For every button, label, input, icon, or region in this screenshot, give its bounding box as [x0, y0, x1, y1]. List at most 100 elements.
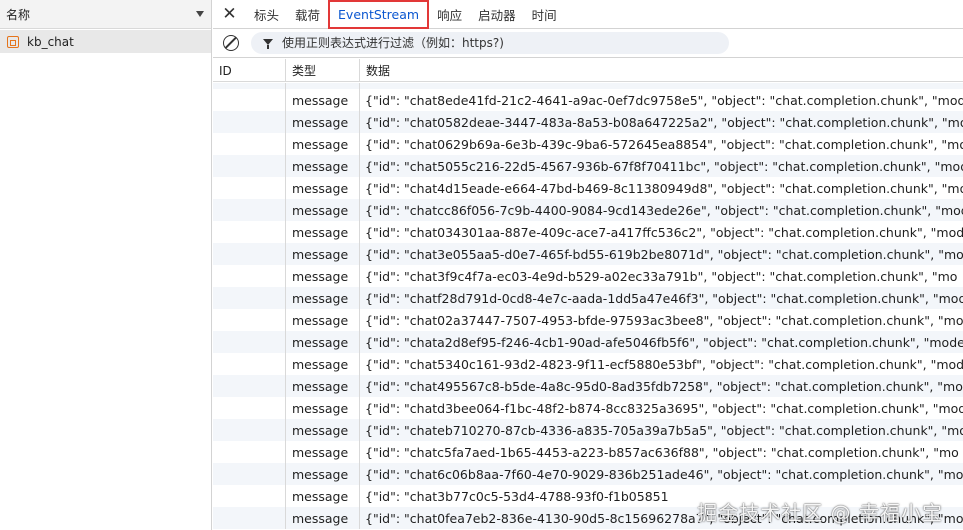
table-cell-type: message	[286, 177, 360, 199]
table-row[interactable]: message {"id": "chat0629b69a-6e3b-439c-9b…	[213, 133, 963, 155]
table-cell-type: message	[286, 331, 360, 353]
table-header: ID 类型 数据	[213, 59, 963, 82]
table-cell-type: message	[286, 155, 360, 177]
close-icon[interactable]: ✕	[213, 0, 246, 29]
table-cell-data: {"id": "chat02a37447-7507-4953-bfde-9759…	[365, 312, 963, 328]
table-cell-id	[213, 287, 286, 309]
table-cell-id	[213, 419, 286, 441]
filter-funnel-icon	[263, 39, 273, 49]
table-body: message {"id": "chat8ede41fd-21c2-4641-a9…	[213, 83, 963, 529]
filter-bar	[213, 29, 963, 58]
table-row[interactable]: message {"id": "chat495567c8-b5de-4a8c-95…	[213, 375, 963, 397]
tab-timing[interactable]: 时间	[524, 0, 565, 29]
table-row[interactable]: message {"id": "chat6c06b8aa-7f60-4e70-90…	[213, 463, 963, 485]
table-cell-data: {"id": "chat5340c161-93d2-4823-9f11-ecf5…	[365, 356, 963, 372]
table-cell-type: message	[286, 243, 360, 265]
table-cell-data: {"id": "chat0629b69a-6e3b-439c-9ba6-5726…	[365, 136, 963, 152]
detail-tab-bar: ✕ 标头 载荷 EventStream 响应 启动器 时间	[213, 0, 963, 29]
table-cell-id	[213, 177, 286, 199]
eventstream-table: ID 类型 数据 message {"id": "chat8ede41fd-21c…	[213, 59, 963, 530]
table-cell-id	[213, 353, 286, 375]
table-cell-data: {"id": "chat4d15eade-e664-47bd-b469-8c11…	[365, 180, 963, 196]
table-cell-type: message	[286, 133, 360, 155]
table-row[interactable]: message {"id": "chat0582deae-3447-483a-8a…	[213, 111, 963, 133]
table-cell-data: {"id": "chat3f9c4f7a-ec03-4e9d-b529-a02e…	[365, 268, 958, 284]
table-cell-data: {"id": "chatf28d791d-0cd8-4e7c-aada-1dd5…	[365, 290, 963, 306]
table-cell-id	[213, 375, 286, 397]
request-list-panel: 名称 kb_chat	[0, 0, 212, 530]
table-cell-id	[213, 507, 286, 529]
table-row[interactable]: message {"id": "chat02a37447-7507-4953-bf…	[213, 309, 963, 331]
sort-caret-icon[interactable]	[196, 11, 204, 17]
tab-eventstream[interactable]: EventStream	[328, 0, 430, 29]
table-cell-type: message	[286, 309, 360, 331]
table-cell-type: message	[286, 199, 360, 221]
table-cell-data: {"id": "chat495567c8-b5de-4a8c-95d0-8ad3…	[365, 378, 963, 394]
filter-box[interactable]	[251, 32, 729, 54]
code-bracket-icon	[7, 35, 19, 48]
table-cell-type: message	[286, 375, 360, 397]
table-row[interactable]: message {"id": "chateb710270-87cb-4336-a8…	[213, 419, 963, 441]
table-row[interactable]: message {"id": "chat4d15eade-e664-47bd-b4…	[213, 177, 963, 199]
table-cell-id	[213, 441, 286, 463]
filter-input[interactable]	[282, 36, 722, 50]
table-cell-type: message	[286, 89, 360, 111]
table-cell-id	[213, 199, 286, 221]
table-cell-id	[213, 463, 286, 485]
column-header-data[interactable]: 数据	[360, 59, 963, 82]
table-cell-id	[213, 331, 286, 353]
table-cell-data: {"id": "chateb710270-87cb-4336-a835-705a…	[365, 422, 963, 438]
request-item-label: kb_chat	[27, 34, 74, 49]
table-cell-data: {"id": "chatcc86f056-7c9b-4400-9084-9cd1…	[365, 202, 963, 218]
tab-initiator[interactable]: 启动器	[470, 0, 524, 29]
table-cell-id	[213, 133, 286, 155]
table-cell-data: {"id": "chat3e055aa5-d0e7-465f-bd55-619b…	[365, 246, 963, 262]
tab-response[interactable]: 响应	[429, 0, 470, 29]
table-cell-type: message	[286, 441, 360, 463]
table-row[interactable]: message {"id": "chat034301aa-887e-409c-ac…	[213, 221, 963, 243]
table-cell-id	[213, 265, 286, 287]
table-row[interactable]: message {"id": "chat5340c161-93d2-4823-9f…	[213, 353, 963, 375]
table-cell-type: message	[286, 287, 360, 309]
table-cell-type: message	[286, 111, 360, 133]
table-cell-type: message	[286, 463, 360, 485]
table-cell-data: {"id": "chat5055c216-22d5-4567-936b-67f8…	[365, 158, 963, 174]
tab-headers[interactable]: 标头	[246, 0, 287, 29]
table-cell-type: message	[286, 397, 360, 419]
table-row[interactable]: message {"id": "chata2d8ef95-f246-4cb1-90…	[213, 331, 963, 353]
table-cell-type: message	[286, 485, 360, 507]
table-cell-id	[213, 89, 286, 111]
table-cell-data: {"id": "chata2d8ef95-f246-4cb1-90ad-afe5…	[365, 334, 963, 350]
table-cell-type: message	[286, 265, 360, 287]
table-cell-data: {"id": "chat034301aa-887e-409c-ace7-a417…	[365, 224, 963, 240]
watermark: 掘金技术社区 @ 幸福小宝	[697, 501, 943, 525]
table-cell-type: message	[286, 507, 360, 529]
table-row[interactable]: message {"id": "chat3e055aa5-d0e7-465f-bd…	[213, 243, 963, 265]
table-row[interactable]: message {"id": "chat5055c216-22d5-4567-93…	[213, 155, 963, 177]
request-detail-panel: ✕ 标头 载荷 EventStream 响应 启动器 时间 ID 类型 数据 m…	[213, 0, 963, 530]
tab-payload[interactable]: 载荷	[287, 0, 328, 29]
table-row[interactable]: message {"id": "chatcc86f056-7c9b-4400-90…	[213, 199, 963, 221]
table-row[interactable]: message {"id": "chat8ede41fd-21c2-4641-a9…	[213, 89, 963, 111]
table-cell-data: {"id": "chat8ede41fd-21c2-4641-a9ac-0ef7…	[365, 92, 963, 108]
table-cell-id	[213, 397, 286, 419]
name-column-title: 名称	[6, 7, 31, 22]
table-cell-id	[213, 243, 286, 265]
column-header-type[interactable]: 类型	[286, 59, 360, 82]
table-cell-data: {"id": "chat0582deae-3447-483a-8a53-b08a…	[365, 114, 963, 130]
table-cell-data: {"id": "chat6c06b8aa-7f60-4e70-9029-836b…	[365, 466, 963, 482]
table-cell-type: message	[286, 419, 360, 441]
table-row[interactable]: message {"id": "chatf28d791d-0cd8-4e7c-aa…	[213, 287, 963, 309]
table-row[interactable]: message {"id": "chatd3bee064-f1bc-48f2-b8…	[213, 397, 963, 419]
column-header-id[interactable]: ID	[213, 59, 286, 82]
clear-icon[interactable]	[223, 35, 239, 51]
table-row[interactable]: message {"id": "chatc5fa7aed-1b65-4453-a2…	[213, 441, 963, 463]
table-cell-id	[213, 221, 286, 243]
table-cell-type: message	[286, 221, 360, 243]
table-cell-type: message	[286, 353, 360, 375]
table-cell-id	[213, 111, 286, 133]
table-row[interactable]: message {"id": "chat3f9c4f7a-ec03-4e9d-b5…	[213, 265, 963, 287]
table-cell-id	[213, 309, 286, 331]
request-item-kb-chat[interactable]: kb_chat	[0, 30, 211, 53]
name-column-header[interactable]: 名称	[0, 0, 211, 29]
